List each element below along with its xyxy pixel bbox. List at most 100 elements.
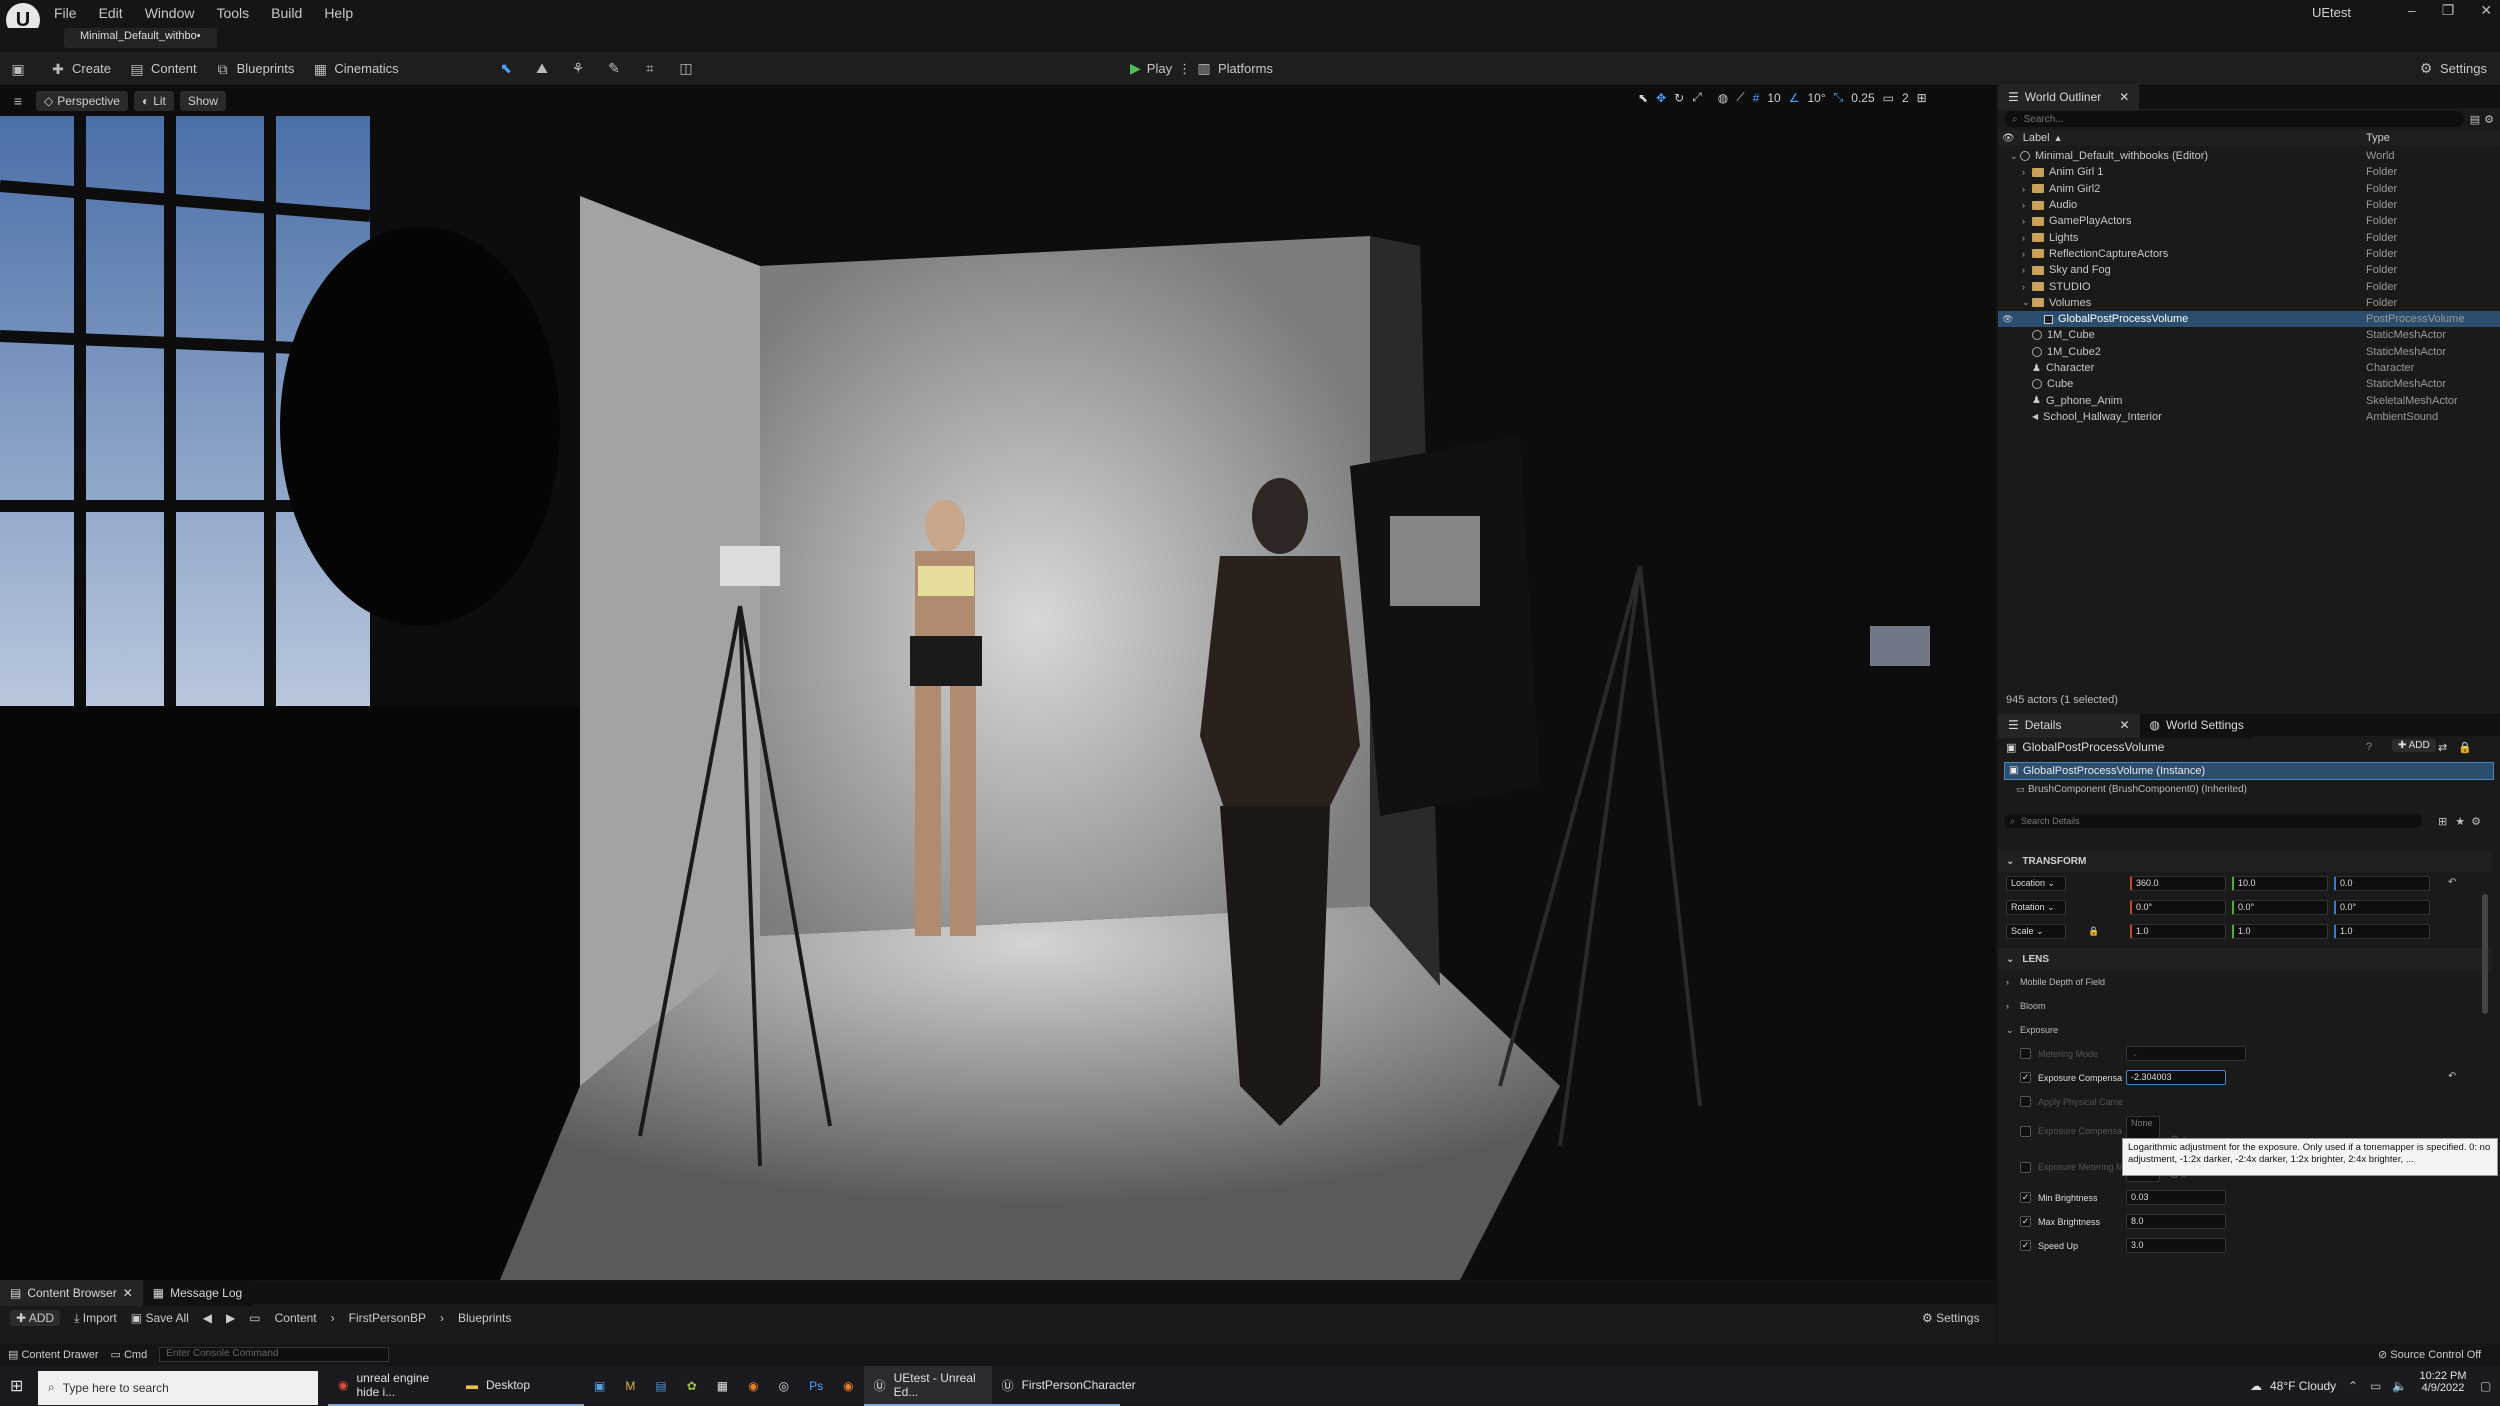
- source-control-button[interactable]: ⊘ Source Control Off: [2378, 1348, 2481, 1361]
- cinematics-button[interactable]: ▦ Cinematics: [312, 61, 399, 77]
- add-component-button[interactable]: ✚ ADD: [2392, 739, 2436, 752]
- chevron-right-icon[interactable]: ›: [2022, 233, 2025, 243]
- console-input[interactable]: Enter Console Command: [159, 1346, 390, 1362]
- platforms-button[interactable]: ▥ Platforms: [1196, 60, 1273, 76]
- lit-button[interactable]: ◐ Lit: [133, 91, 174, 111]
- notification-icon[interactable]: ▢: [2480, 1379, 2491, 1393]
- menu-tools[interactable]: Tools: [216, 5, 249, 21]
- chevron-right-icon[interactable]: ›: [2022, 249, 2025, 259]
- exposure-compensation-checkbox[interactable]: ✓: [2020, 1072, 2031, 1083]
- exposure-row[interactable]: ⌄ Exposure: [1998, 1018, 2492, 1042]
- menu-help[interactable]: Help: [324, 5, 353, 21]
- bloom-row[interactable]: › Bloom: [1998, 994, 2492, 1018]
- outliner-row[interactable]: ◀ School_Hallway_Interior AmbientSound: [1998, 409, 2500, 425]
- blender-icon[interactable]: ◉: [738, 1366, 768, 1406]
- visibility-icon[interactable]: 👁: [2002, 133, 2015, 144]
- app-icon-3[interactable]: ▤: [645, 1366, 676, 1406]
- outliner-row[interactable]: 1M_Cube StaticMeshActor: [1998, 327, 2500, 343]
- scale-snap-value[interactable]: 0.25: [1851, 91, 1874, 105]
- outliner-row[interactable]: ⌄ Minimal_Default_withbooks (Editor) World: [1998, 148, 2500, 164]
- world-icon[interactable]: ◍: [1718, 91, 1728, 105]
- add-folder-icon[interactable]: ▤: [2470, 113, 2480, 126]
- close-details-icon[interactable]: ✕: [2119, 718, 2129, 732]
- close-icon[interactable]: ✕: [2480, 2, 2492, 19]
- outliner-row[interactable]: 1M_Cube2 StaticMeshActor: [1998, 344, 2500, 360]
- outliner-row[interactable]: ♟ G_phone_Anim SkeletalMeshActor: [1998, 392, 2500, 408]
- outliner-row[interactable]: › Sky and Fog Folder: [1998, 262, 2500, 278]
- cmd-button[interactable]: ▭ Cmd: [111, 1348, 148, 1361]
- outliner-row[interactable]: 👁 GlobalPostProcessVolume PostProcessVolum…: [1998, 310, 2500, 328]
- chevron-right-icon[interactable]: ›: [2022, 216, 2025, 226]
- minimize-icon[interactable]: –: [2408, 2, 2416, 19]
- menu-build[interactable]: Build: [271, 5, 302, 21]
- chrome-task[interactable]: ◉ unreal engine hide i...: [328, 1366, 456, 1406]
- rotation-z[interactable]: 0.0°: [2334, 900, 2430, 915]
- chevron-down-icon[interactable]: ⌄: [2022, 297, 2030, 308]
- taskbar-search[interactable]: ⌕ Type here to search: [38, 1370, 318, 1405]
- hamburger-icon[interactable]: ≡: [10, 93, 26, 109]
- fpc-task[interactable]: Ⓤ FirstPersonCharacter: [991, 1366, 1136, 1406]
- instance-row[interactable]: ▣ GlobalPostProcessVolume (Instance): [2004, 762, 2494, 780]
- select-icon[interactable]: ⬉: [1638, 91, 1648, 105]
- level-tab[interactable]: Minimal_Default_withbo•: [64, 28, 217, 48]
- outliner-row[interactable]: › STUDIO Folder: [1998, 278, 2500, 294]
- outliner-row[interactable]: › Anim Girl 1 Folder: [1998, 164, 2500, 180]
- details-settings-icon[interactable]: ⚙: [2471, 815, 2481, 828]
- settings-button[interactable]: ⚙ Settings: [2418, 60, 2487, 76]
- outliner-row[interactable]: › GamePlayActors Folder: [1998, 213, 2500, 229]
- add-button[interactable]: ✚ ADD: [10, 1310, 61, 1326]
- show-button[interactable]: Show: [179, 91, 226, 111]
- layout-icon[interactable]: ⊞: [1917, 91, 1927, 105]
- content-browser-tab[interactable]: ▤ Content Browser ✕: [0, 1280, 143, 1306]
- exposure-curve-checkbox[interactable]: [2020, 1126, 2031, 1137]
- grid-snap-icon[interactable]: #: [1753, 91, 1760, 105]
- scale-y[interactable]: 1.0: [2232, 924, 2328, 939]
- camera-speed-icon[interactable]: ▭: [1883, 91, 1894, 105]
- mobile-dof-row[interactable]: › Mobile Depth of Field: [1998, 970, 2492, 994]
- breadcrumb-firstpersonbp[interactable]: FirstPersonBP: [349, 1311, 426, 1325]
- modeling-mode-icon[interactable]: ⌗: [642, 60, 658, 76]
- menu-window[interactable]: Window: [145, 5, 195, 21]
- details-tab[interactable]: ☰ Details ✕: [1998, 714, 2140, 738]
- scale-snap-icon[interactable]: ⤡: [1834, 90, 1844, 105]
- max-brightness-input[interactable]: 8.0: [2126, 1214, 2226, 1229]
- chevron-right-icon[interactable]: ›: [2022, 265, 2025, 275]
- app-icon-4[interactable]: ✿: [677, 1366, 707, 1406]
- min-brightness-checkbox[interactable]: ✓: [2020, 1192, 2031, 1203]
- outliner-settings-icon[interactable]: ⚙: [2484, 113, 2494, 126]
- play-button[interactable]: ▶ Play ⋮: [1130, 60, 1191, 77]
- app-icon-6[interactable]: ◎: [769, 1366, 799, 1406]
- favorite-icon[interactable]: ★: [2455, 815, 2465, 828]
- translate-icon[interactable]: ✥: [1656, 91, 1666, 105]
- visibility-icon[interactable]: 👁: [2002, 314, 2013, 325]
- camera-speed-value[interactable]: 2: [1902, 91, 1909, 105]
- table-view-icon[interactable]: ⊞: [2438, 815, 2447, 828]
- network-icon[interactable]: ▭: [2370, 1379, 2381, 1393]
- create-button[interactable]: ✚ Create: [50, 61, 111, 77]
- maximize-icon[interactable]: ❐: [2442, 2, 2455, 19]
- rotation-x[interactable]: 0.0°: [2130, 900, 2226, 915]
- brush-component-row[interactable]: ▭ BrushComponent (BrushComponent0) (Inher…: [1998, 780, 2500, 800]
- forward-icon[interactable]: ▶: [226, 1311, 235, 1325]
- landscape-mode-icon[interactable]: ⛰: [534, 60, 550, 76]
- app-icon-2[interactable]: M: [615, 1366, 645, 1406]
- angle-snap-value[interactable]: 10°: [1808, 91, 1826, 105]
- blender-icon-2[interactable]: ◉: [833, 1366, 863, 1406]
- content-button[interactable]: ▤ Content: [129, 61, 196, 77]
- chevron-down-icon[interactable]: ⌄: [2010, 151, 2018, 162]
- rotate-icon[interactable]: ↻: [1674, 91, 1684, 105]
- transform-section[interactable]: ⌄ TRANSFORM: [1998, 850, 2492, 872]
- outliner-row[interactable]: Cube StaticMeshActor: [1998, 376, 2500, 392]
- breadcrumb-blueprints[interactable]: Blueprints: [458, 1311, 511, 1325]
- blueprints-button[interactable]: ⧉ Blueprints: [215, 61, 295, 77]
- surface-snap-icon[interactable]: ⟋: [1736, 90, 1744, 105]
- close-content-icon[interactable]: ✕: [123, 1286, 133, 1300]
- type-column[interactable]: Type: [2366, 132, 2390, 144]
- perspective-button[interactable]: ◇ Perspective: [36, 91, 128, 111]
- location-z[interactable]: 0.0: [2334, 876, 2430, 891]
- exposure-metering-checkbox[interactable]: [2020, 1162, 2031, 1173]
- more-icon[interactable]: ⋮: [1178, 61, 1191, 77]
- rotation-y[interactable]: 0.0°: [2232, 900, 2328, 915]
- import-button[interactable]: ⤓ Import: [74, 1311, 117, 1326]
- foliage-mode-icon[interactable]: ⚘: [570, 60, 586, 76]
